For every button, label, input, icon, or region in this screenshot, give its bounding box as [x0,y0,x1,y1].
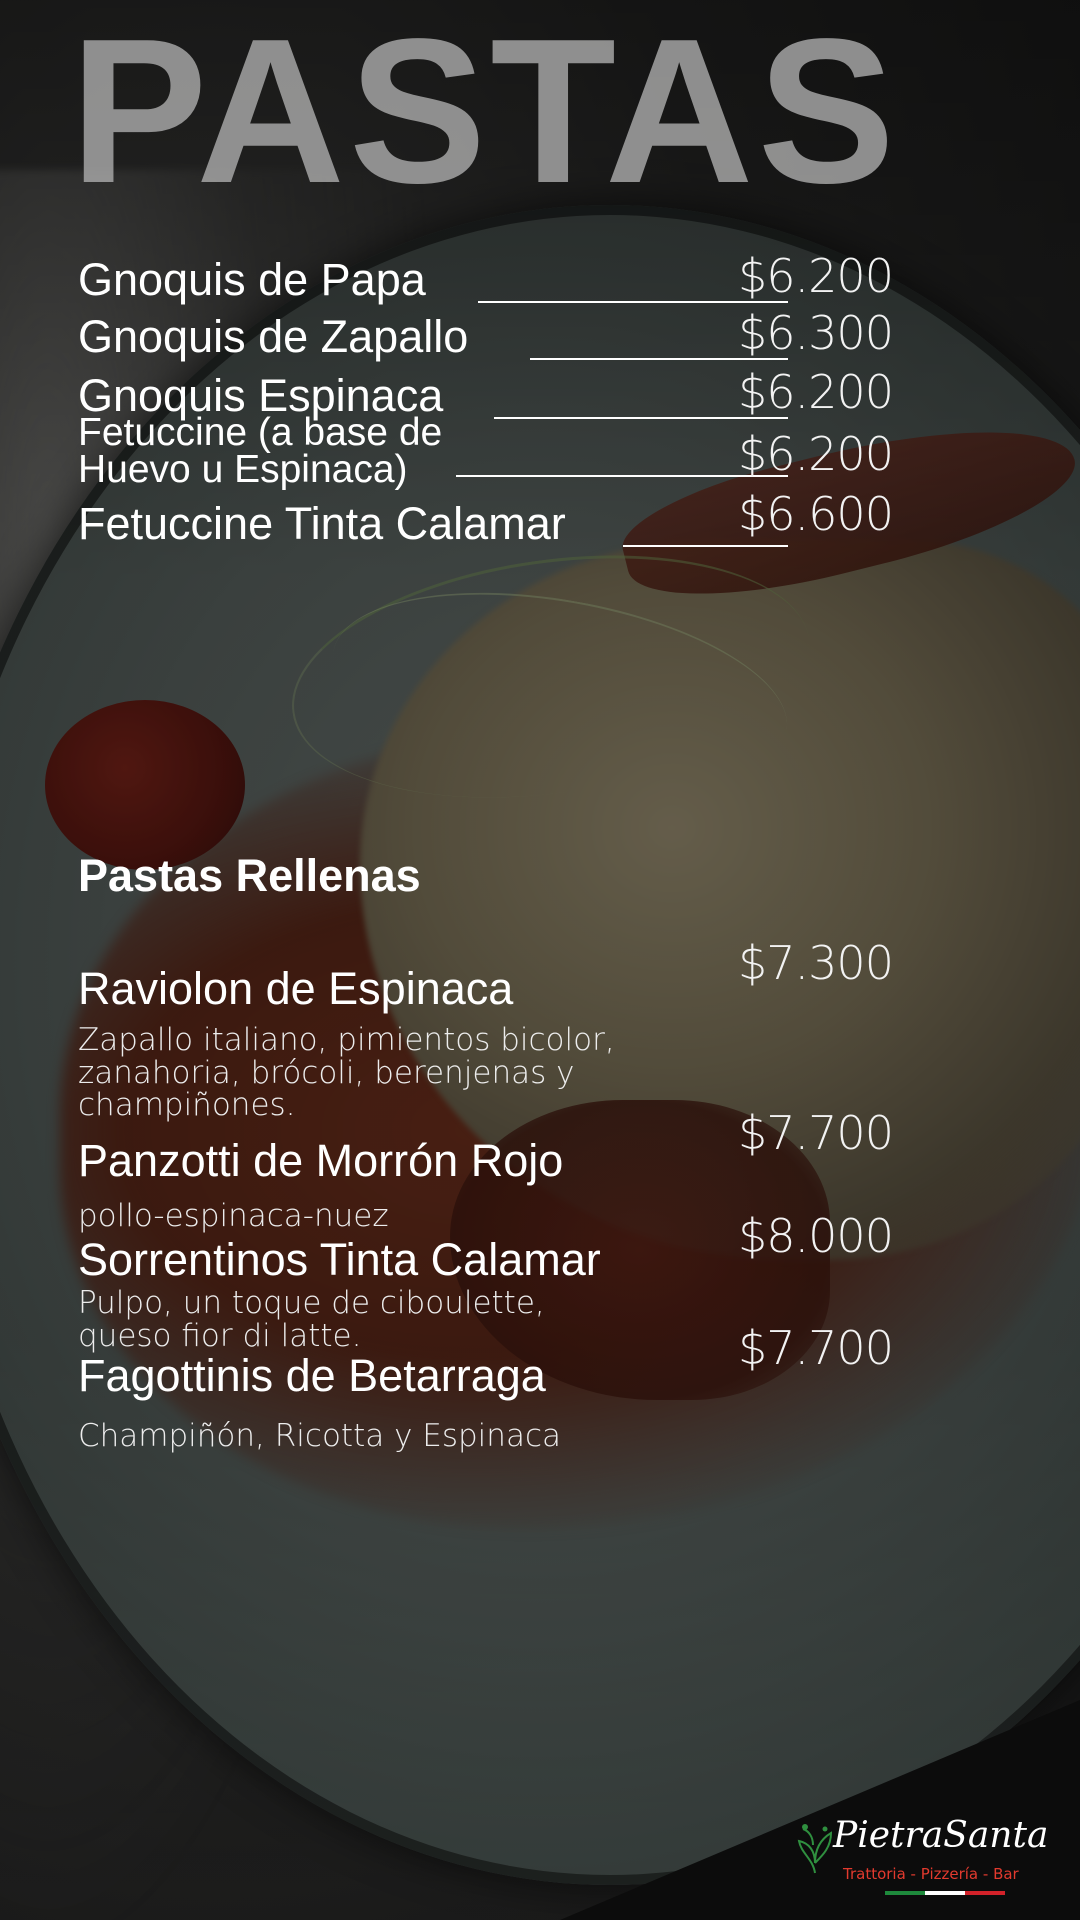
menu-item-price: $6.300 [738,306,894,360]
menu-item-price: $7.700 [738,1321,894,1375]
menu-item-price: $7.700 [738,1106,894,1160]
menu-item-price: $7.300 [738,936,894,990]
menu-item-name: Panzotti de Morrón Rojo [78,1135,564,1186]
menu-item-description: pollo-espinaca-nuez [78,1198,389,1234]
menu-item-price: $6.600 [738,487,894,541]
menu-item-name: Raviolon de Espinaca [78,963,514,1014]
menu-item-price: $6.200 [738,365,894,419]
menu-item-name: Gnoquis de Papa [78,254,426,305]
menu-item-price: $6.200 [738,427,894,481]
menu-item-price: $6.200 [738,249,894,303]
menu-item-description: Pulpo, un toque de ciboulette, queso fio… [78,1285,545,1354]
menu-page: PASTAS Gnoquis de Papa $6.200 Gnoquis de… [0,0,1080,1920]
menu-item-name: Gnoquis de Zapallo [78,311,469,362]
page-title: PASTAS [70,0,899,226]
flag-green-stripe [885,1891,925,1895]
menu-item-price: $8.000 [738,1209,894,1263]
restaurant-logo: PietraSanta Trattoria - Pizzería - Bar [795,1815,1065,1905]
leaf-icon [797,1824,833,1874]
flag-white-stripe [925,1891,965,1895]
menu-item-description: Champiñón, Ricotta y Espinaca [78,1418,561,1454]
section-heading: Pastas Rellenas [78,850,421,901]
menu-item-description: Zapallo italiano, pimientos bicolor, zan… [78,1022,615,1124]
dotted-leader [623,545,788,547]
menu-item-name: Sorrentinos Tinta Calamar [78,1234,601,1285]
flag-red-stripe [965,1891,1005,1895]
menu-item-name: Fagottinis de Betarraga [78,1350,546,1401]
menu-item-name: Fetuccine Tinta Calamar [78,498,566,549]
italian-flag-stripe [885,1891,1005,1895]
logo-name: PietraSanta [833,1815,1049,1856]
logo-tagline: Trattoria - Pizzería - Bar [843,1865,1019,1883]
